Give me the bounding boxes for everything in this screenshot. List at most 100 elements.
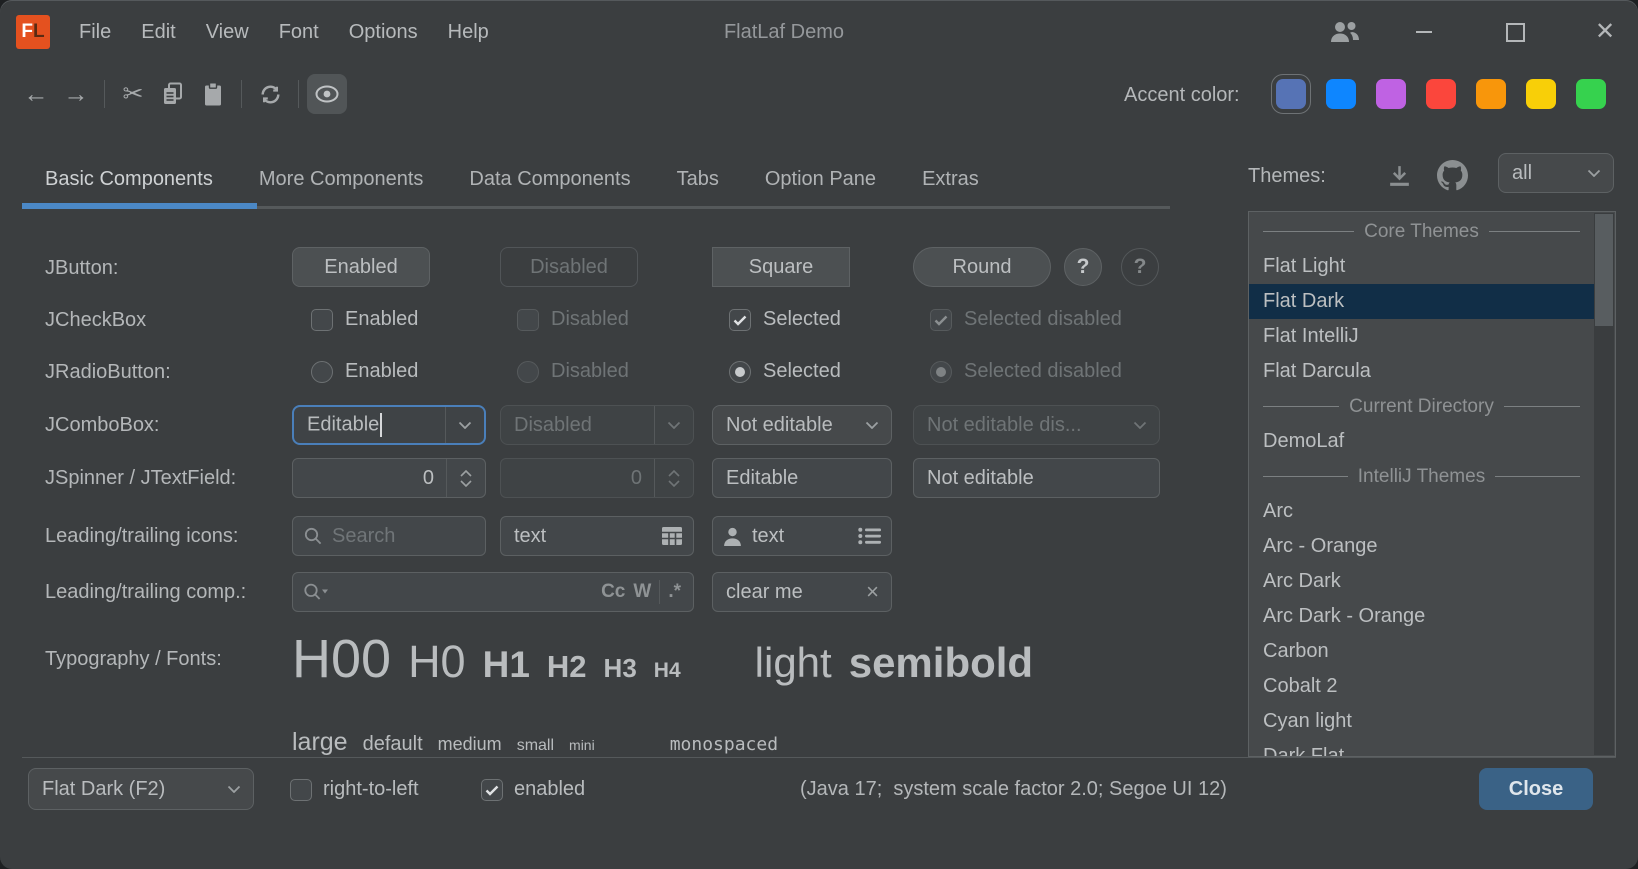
- close-window-button[interactable]: ✕: [1586, 12, 1624, 52]
- right-to-left-checkbox[interactable]: [290, 779, 312, 801]
- theme-item-flat-light[interactable]: Flat Light: [1249, 249, 1594, 284]
- theme-item-arc-dark-orange[interactable]: Arc Dark - Orange: [1249, 599, 1594, 634]
- maximize-button[interactable]: [1496, 12, 1534, 52]
- users-icon[interactable]: [1325, 12, 1363, 52]
- default-sample: default: [363, 733, 423, 756]
- text-field-person-list[interactable]: text: [712, 516, 892, 556]
- menu-options[interactable]: Options: [334, 0, 433, 64]
- spinner-value[interactable]: 0: [293, 467, 446, 490]
- cut-button[interactable]: ✂: [113, 74, 153, 114]
- help-button-plain[interactable]: ?: [1121, 248, 1159, 286]
- spinner-enabled[interactable]: 0: [292, 458, 486, 498]
- field-separator: [659, 580, 660, 604]
- close-icon: ✕: [1595, 20, 1615, 44]
- window-title: FlatLaf Demo: [724, 0, 844, 64]
- chevron-down-icon: [654, 406, 693, 444]
- menu-help[interactable]: Help: [433, 0, 504, 64]
- tab-option-pane[interactable]: Option Pane: [742, 150, 899, 208]
- checkbox-selected[interactable]: [729, 309, 751, 331]
- tab-basic-components[interactable]: Basic Components: [22, 150, 236, 208]
- clearable-text-field[interactable]: clear me ×: [712, 572, 892, 612]
- menu-view[interactable]: View: [191, 0, 264, 64]
- jcheckbox-row-label: JCheckBox: [45, 309, 146, 332]
- forward-button[interactable]: →: [56, 74, 96, 114]
- github-link[interactable]: [1437, 160, 1468, 196]
- theme-item-dark-flat[interactable]: Dark Flat: [1249, 739, 1594, 757]
- theme-item-flat-intellij[interactable]: Flat IntelliJ: [1249, 319, 1594, 354]
- regex-button[interactable]: .*: [664, 581, 693, 603]
- typography-row-label: Typography / Fonts:: [45, 648, 222, 671]
- table-icon: [662, 527, 693, 545]
- match-case-button[interactable]: Cc: [597, 581, 629, 603]
- paste-button[interactable]: [193, 74, 233, 114]
- text-field-table-icon[interactable]: text: [500, 516, 694, 556]
- accent-swatch-blue[interactable]: [1326, 79, 1356, 109]
- square-button[interactable]: Square: [712, 247, 850, 287]
- checkbox-disabled: [517, 309, 539, 331]
- search-dropdown-icon[interactable]: [293, 582, 330, 602]
- checkbox-selected-disabled: [930, 309, 952, 331]
- enabled-button[interactable]: Enabled: [292, 247, 430, 287]
- theme-item-flat-dark[interactable]: Flat Dark: [1249, 284, 1594, 319]
- accent-swatch-red[interactable]: [1426, 79, 1456, 109]
- theme-item-cyan-light[interactable]: Cyan light: [1249, 704, 1594, 739]
- search-field[interactable]: Search: [292, 516, 486, 556]
- combobox-editable-value[interactable]: Editable: [294, 413, 445, 437]
- jspinner-row-label: JSpinner / JTextField:: [45, 467, 236, 490]
- theme-list-scrollbar[interactable]: [1594, 213, 1614, 755]
- theme-item-flat-darcula[interactable]: Flat Darcula: [1249, 354, 1594, 389]
- minimize-button[interactable]: [1405, 12, 1443, 52]
- menu-file[interactable]: File: [64, 0, 126, 64]
- spinner-arrows[interactable]: [446, 459, 485, 497]
- enabled-checkbox[interactable]: [481, 779, 503, 801]
- theme-list-items: Core Themes Flat Light Flat Dark Flat In…: [1249, 214, 1594, 757]
- typography-headings: H00 H0 H1 H2 H3 H4 light semibold: [292, 628, 1033, 690]
- tab-data-components[interactable]: Data Components: [446, 150, 653, 208]
- show-hidden-toggle[interactable]: [307, 74, 347, 114]
- menu-font[interactable]: Font: [264, 0, 334, 64]
- checkbox-enabled[interactable]: [311, 309, 333, 331]
- close-button[interactable]: Close: [1479, 768, 1593, 810]
- accent-swatch-purple[interactable]: [1376, 79, 1406, 109]
- textfield-not-editable: Not editable: [913, 458, 1160, 498]
- tab-more-components[interactable]: More Components: [236, 150, 447, 208]
- clear-icon[interactable]: ×: [854, 579, 891, 605]
- radio-enabled[interactable]: [311, 361, 333, 383]
- menu-edit[interactable]: Edit: [126, 0, 190, 64]
- back-button[interactable]: ←: [16, 74, 56, 114]
- help-button[interactable]: ?: [1064, 248, 1102, 286]
- download-themes-button[interactable]: [1386, 163, 1413, 195]
- round-button[interactable]: Round: [913, 247, 1051, 287]
- chevron-down-icon: [1121, 406, 1159, 444]
- whole-words-button[interactable]: W: [629, 581, 655, 603]
- copy-button[interactable]: [153, 74, 193, 114]
- laf-combo[interactable]: Flat Dark (F2): [28, 768, 254, 810]
- combobox-not-editable[interactable]: Not editable: [712, 405, 892, 445]
- search-field-with-buttons[interactable]: Cc W .*: [292, 572, 694, 612]
- theme-item-carbon[interactable]: Carbon: [1249, 634, 1594, 669]
- enabled-label: enabled: [514, 778, 585, 801]
- leading-trailing-comp-label: Leading/trailing comp.:: [45, 581, 246, 604]
- textfield-editable[interactable]: Editable: [712, 458, 892, 498]
- search-placeholder: Search: [323, 525, 485, 548]
- accent-swatch-orange[interactable]: [1476, 79, 1506, 109]
- chevron-down-icon[interactable]: [445, 407, 484, 443]
- theme-item-arc-orange[interactable]: Arc - Orange: [1249, 529, 1594, 564]
- accent-swatch-green[interactable]: [1576, 79, 1606, 109]
- scrollbar-thumb[interactable]: [1595, 214, 1613, 326]
- refresh-button[interactable]: [250, 74, 290, 114]
- themes-filter-combo[interactable]: all: [1498, 153, 1614, 193]
- radio-selected[interactable]: [729, 361, 751, 383]
- chevron-down-icon: [668, 480, 680, 487]
- accent-swatch-default[interactable]: [1276, 79, 1306, 109]
- eye-icon: [314, 84, 340, 104]
- theme-item-arc-dark[interactable]: Arc Dark: [1249, 564, 1594, 599]
- tab-tabs[interactable]: Tabs: [654, 150, 742, 208]
- theme-item-arc[interactable]: Arc: [1249, 494, 1594, 529]
- tab-extras[interactable]: Extras: [899, 150, 1002, 208]
- accent-swatch-yellow[interactable]: [1526, 79, 1556, 109]
- theme-item-cobalt-2[interactable]: Cobalt 2: [1249, 669, 1594, 704]
- themes-filter-value: all: [1499, 162, 1575, 185]
- combobox-editable[interactable]: Editable: [292, 405, 486, 445]
- theme-item-demolaf[interactable]: DemoLaf: [1249, 424, 1594, 459]
